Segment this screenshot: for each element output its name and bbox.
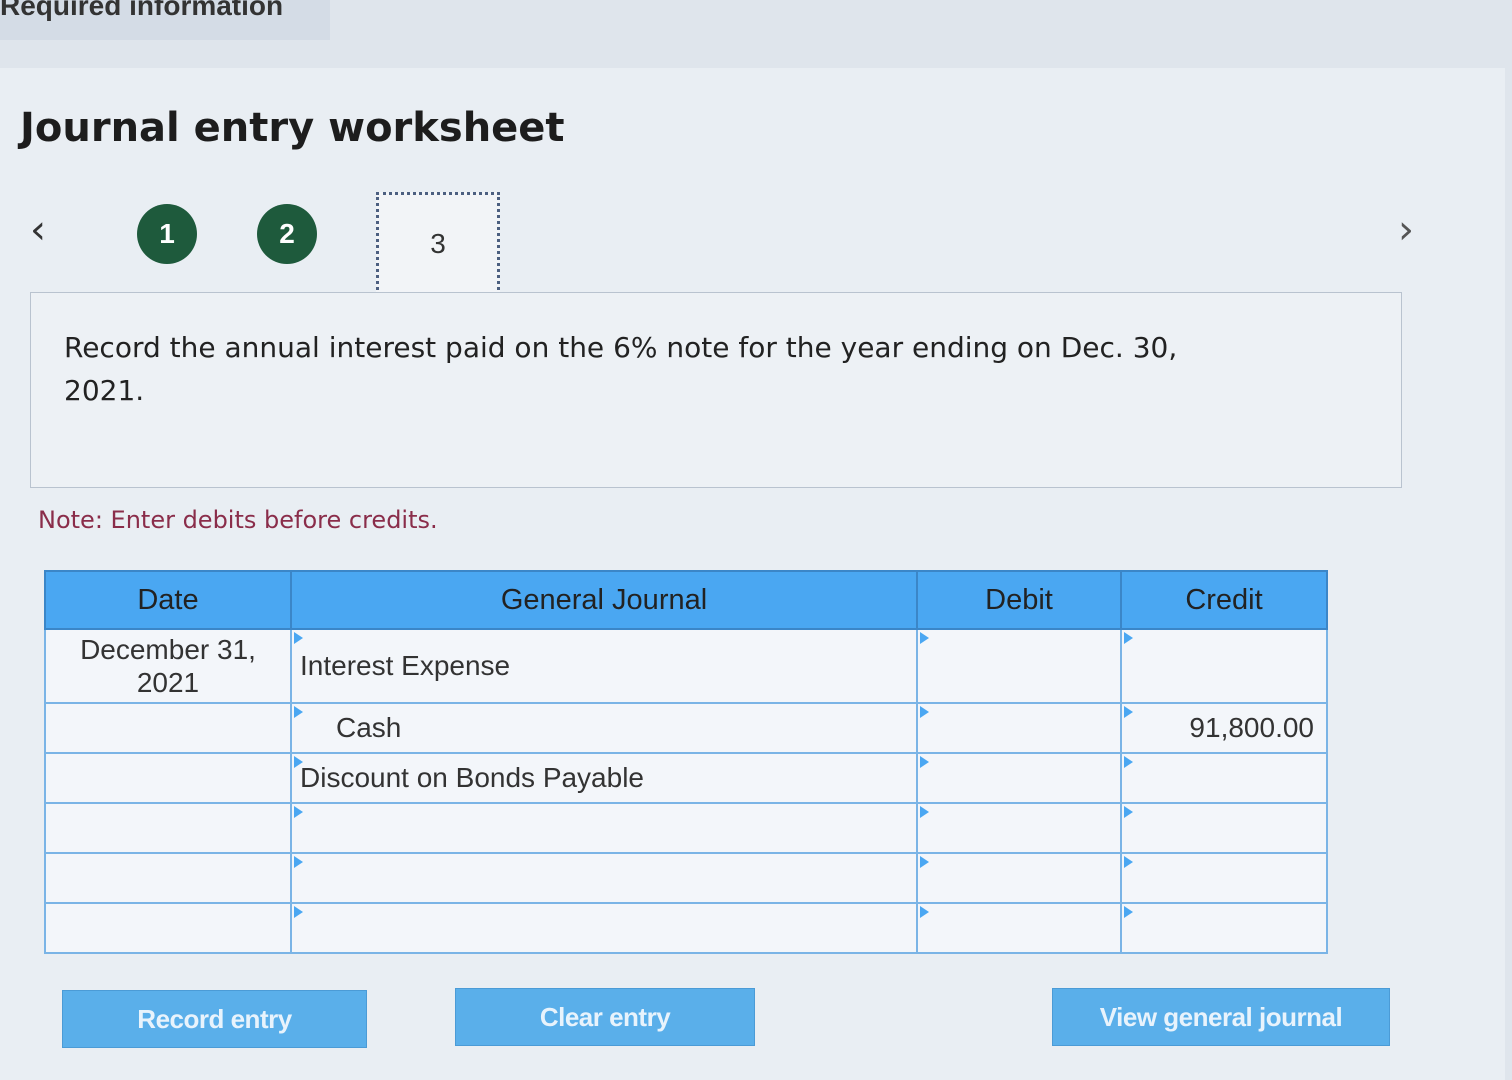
table-row [44,802,1328,854]
debit-field[interactable] [916,628,1122,704]
required-info-label: Required information [0,0,284,21]
note-text: Note: Enter debits before credits. [38,506,438,534]
account-field[interactable]: Discount on Bonds Payable [290,752,918,804]
table-header-row: Date General Journal Debit Credit [44,570,1328,630]
view-general-journal-button[interactable]: View general journal [1052,988,1390,1046]
step-3-button[interactable]: 3 [376,192,500,296]
credit-field[interactable] [1120,628,1328,704]
date-cell[interactable] [44,752,292,804]
table-row [44,852,1328,904]
account-field[interactable] [290,802,918,854]
date-cell[interactable] [44,852,292,904]
chevron-right-icon[interactable]: › [1398,205,1428,255]
debit-field[interactable] [916,752,1122,804]
step-2-button[interactable]: 2 [257,204,317,264]
credit-field[interactable] [1120,852,1328,904]
date-cell[interactable] [44,802,292,854]
account-field[interactable]: Interest Expense [290,628,918,704]
required-info-banner: Required information [0,0,330,40]
page-title: Journal entry worksheet [20,105,565,151]
table-row: Discount on Bonds Payable [44,752,1328,804]
credit-field[interactable]: 91,800.00 [1120,702,1328,754]
date-cell[interactable] [44,702,292,754]
credit-field[interactable] [1120,752,1328,804]
credit-field[interactable] [1120,902,1328,954]
account-field[interactable]: Cash [290,702,918,754]
chevron-left-icon[interactable]: ‹ [30,205,60,255]
journal-table: Date General Journal Debit Credit Decemb… [44,570,1328,954]
account-field[interactable] [290,852,918,904]
prompt-text: Record the annual interest paid on the 6… [64,331,1178,407]
debit-field[interactable] [916,852,1122,904]
header-debit: Debit [916,570,1122,630]
header-general-journal: General Journal [290,570,918,630]
record-entry-button[interactable]: Record entry [62,990,367,1048]
table-row: December 31, 2021 Interest Expense [44,628,1328,704]
header-credit: Credit [1120,570,1328,630]
date-cell[interactable]: December 31, 2021 [44,628,292,704]
date-cell[interactable] [44,902,292,954]
table-row: Cash 91,800.00 [44,702,1328,754]
header-date: Date [44,570,292,630]
step-1-button[interactable]: 1 [137,204,197,264]
debit-field[interactable] [916,802,1122,854]
clear-entry-button[interactable]: Clear entry [455,988,755,1046]
debit-field[interactable] [916,902,1122,954]
debit-field[interactable] [916,702,1122,754]
credit-field[interactable] [1120,802,1328,854]
account-field[interactable] [290,902,918,954]
table-row [44,902,1328,954]
